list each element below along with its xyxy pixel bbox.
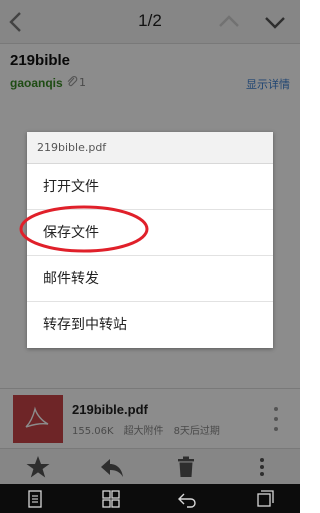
home-icon[interactable] [100,488,122,510]
forward-mail-option[interactable]: 邮件转发 [27,256,273,302]
save-to-transfer-station-option[interactable]: 转存到中转站 [27,302,273,348]
mail-screen: 1/2 219bible gaoanqis 1 显示详情 219bible.pd… [0,0,300,513]
dialog-title: 219bible.pdf [27,132,273,164]
highlight-circle [19,205,149,253]
menu-icon[interactable] [24,488,46,510]
recent-apps-icon[interactable] [254,488,276,510]
back-icon[interactable] [176,488,198,510]
system-navigation-bar [0,484,300,513]
